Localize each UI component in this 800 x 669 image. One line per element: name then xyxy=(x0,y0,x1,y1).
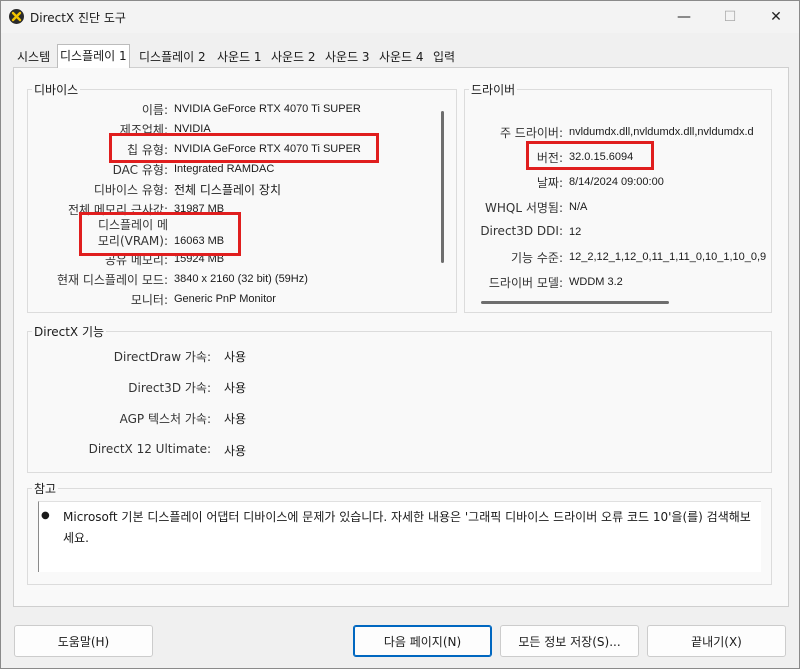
dxdiag-window: DirectX 진단 도구 — ☐ ✕ 시스템 디스플레이 1 디스플레이 2 … xyxy=(0,0,800,669)
ddi-label: Direct3D DDI: xyxy=(480,224,563,238)
save-all-info-button[interactable]: 모든 정보 저장(S)... xyxy=(500,625,639,657)
tab-system[interactable]: 시스템 xyxy=(15,47,52,67)
date-label: 날짜: xyxy=(536,176,563,190)
exit-button[interactable]: 끝내기(X) xyxy=(647,625,786,657)
maximize-button[interactable]: ☐ xyxy=(707,1,753,33)
device-group-label: 디바이스 xyxy=(32,81,81,98)
bullet-icon: ● xyxy=(41,510,50,521)
direct3d-label: Direct3D 가속: xyxy=(128,381,211,395)
whql-value: N/A xyxy=(569,201,588,213)
device-type-value: 전체 디스플레이 장치 xyxy=(174,183,281,197)
feature-levels-label: 기능 수준: xyxy=(510,251,563,265)
notes-text: Microsoft 기본 디스플레이 어댑터 디바이스에 문제가 있습니다. 자… xyxy=(63,510,751,545)
dac-type-label: DAC 유형: xyxy=(112,163,168,177)
minimize-icon: — xyxy=(677,9,691,25)
close-button[interactable]: ✕ xyxy=(753,1,799,33)
feature-levels-value: 12_2,12_1,12_0,11_1,11_0,10_1,10_0,9 xyxy=(569,251,767,263)
tab-sound-3[interactable]: 사운드 3 xyxy=(323,47,372,67)
vram-highlight xyxy=(79,212,241,256)
tab-display-2[interactable]: 디스플레이 2 xyxy=(137,47,208,67)
notes-label: 참고 xyxy=(32,480,59,497)
monitor-label: 모니터: xyxy=(130,293,168,307)
dx12-ultimate-value: 사용 xyxy=(224,444,247,458)
ddi-value: 12 xyxy=(569,226,582,238)
tab-sound-2[interactable]: 사운드 2 xyxy=(269,47,318,67)
device-vertical-scrollbar[interactable] xyxy=(441,111,444,263)
directx-app-icon xyxy=(9,9,24,24)
tab-sound-1[interactable]: 사운드 1 xyxy=(215,47,264,67)
main-driver-value: nvldumdx.dll,nvldumdx.dll,nvldumdx.d xyxy=(569,126,754,138)
agp-label: AGP 텍스처 가속: xyxy=(119,412,211,426)
direct3d-value: 사용 xyxy=(224,381,247,395)
date-value: 8/14/2024 09:00:00 xyxy=(569,176,664,188)
tab-input[interactable]: 입력 xyxy=(431,47,457,67)
close-icon: ✕ xyxy=(770,9,782,25)
window-title: DirectX 진단 도구 xyxy=(30,11,126,25)
title-bar[interactable]: DirectX 진단 도구 — ☐ ✕ xyxy=(1,1,799,33)
directdraw-label: DirectDraw 가속: xyxy=(113,350,211,364)
help-button[interactable]: 도움말(H) xyxy=(14,625,153,657)
display-mode-value: 3840 x 2160 (32 bit) (59Hz) xyxy=(174,273,308,285)
directdraw-value: 사용 xyxy=(224,350,247,364)
chip-type-highlight xyxy=(109,133,379,163)
device-name-label: 이름: xyxy=(141,103,168,117)
directx-features-label: DirectX 기능 xyxy=(32,323,107,340)
driver-group-label: 드라이버 xyxy=(469,81,518,98)
version-highlight xyxy=(526,141,654,170)
dx12-ultimate-label: DirectX 12 Ultimate: xyxy=(88,442,211,456)
driver-model-value: WDDM 3.2 xyxy=(569,276,623,288)
notes-textbox[interactable]: ● Microsoft 기본 디스플레이 어댑터 디바이스에 문제가 있습니다.… xyxy=(38,501,761,572)
device-type-label: 디바이스 유형: xyxy=(93,183,168,197)
tab-display-1[interactable]: 디스플레이 1 xyxy=(57,44,130,68)
driver-model-label: 드라이버 모델: xyxy=(488,276,563,290)
maximize-icon: ☐ xyxy=(723,9,737,25)
agp-value: 사용 xyxy=(224,412,247,426)
tab-sound-4[interactable]: 사운드 4 xyxy=(377,47,426,67)
driver-horizontal-scrollbar[interactable] xyxy=(481,301,669,304)
next-page-button[interactable]: 다음 페이지(N) xyxy=(353,625,492,657)
main-driver-label: 주 드라이버: xyxy=(499,126,563,140)
minimize-button[interactable]: — xyxy=(661,1,707,33)
whql-label: WHQL 서명됨: xyxy=(485,201,563,215)
dac-type-value: Integrated RAMDAC xyxy=(174,163,275,175)
display-mode-label: 현재 디스플레이 모드: xyxy=(56,273,168,287)
device-name-value: NVIDIA GeForce RTX 4070 Ti SUPER xyxy=(174,103,361,115)
monitor-value: Generic PnP Monitor xyxy=(174,293,276,305)
